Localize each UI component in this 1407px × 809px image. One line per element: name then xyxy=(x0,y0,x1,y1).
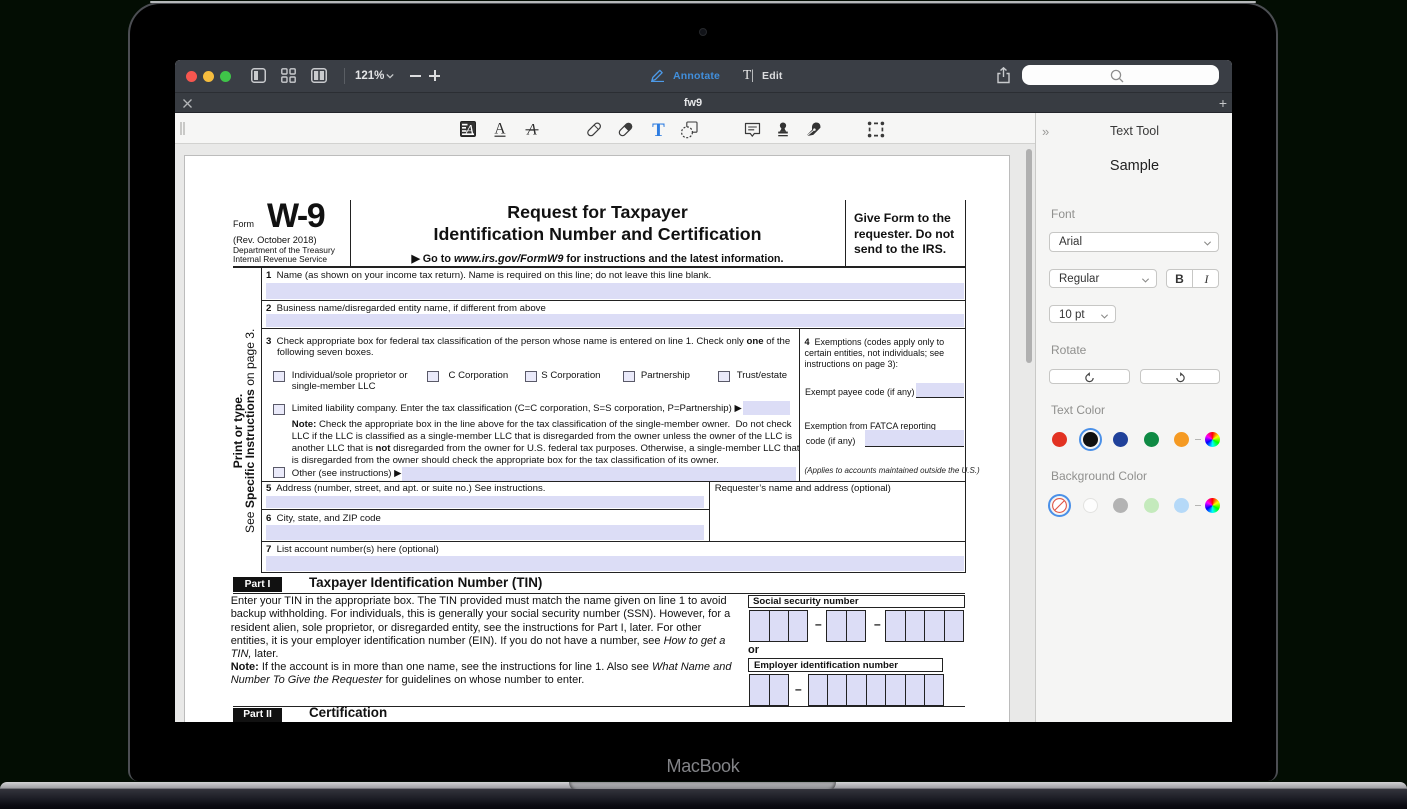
svg-text:T: T xyxy=(652,121,665,138)
svg-text:A: A xyxy=(465,122,475,137)
svg-text:A: A xyxy=(494,121,506,138)
